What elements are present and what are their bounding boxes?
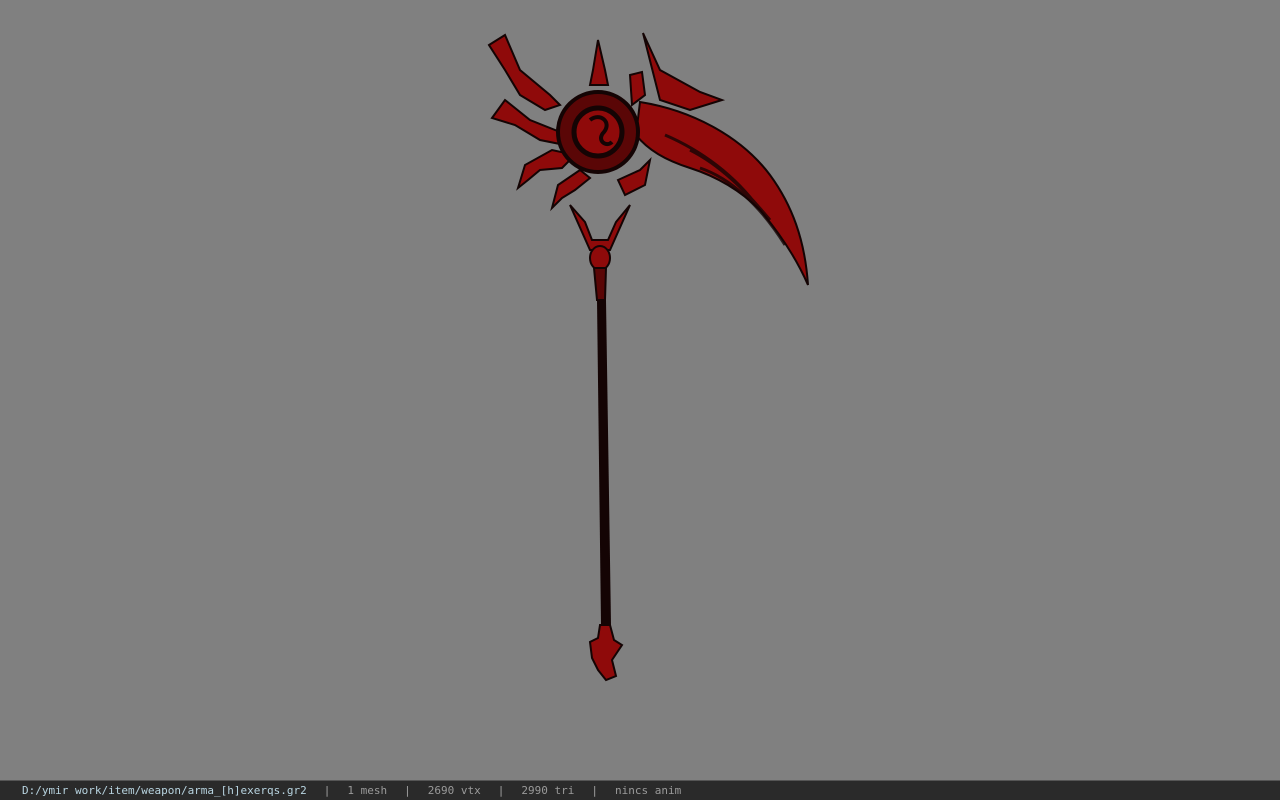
separator: | xyxy=(323,784,331,797)
collar xyxy=(569,204,631,251)
weapon-model xyxy=(487,32,809,682)
collar-knot xyxy=(589,245,611,271)
scythe-blade xyxy=(634,100,809,286)
file-path: D:/ymir work/item/weapon/arma_[h]exerqs.… xyxy=(22,784,307,797)
shaft-upper xyxy=(592,267,608,301)
shaft xyxy=(597,300,611,625)
mesh-count: 1 mesh xyxy=(347,784,388,797)
pommel xyxy=(588,624,624,682)
top-spike xyxy=(588,39,610,86)
right-horn xyxy=(628,70,647,107)
left-claw-2 xyxy=(550,168,592,212)
separator: | xyxy=(497,784,505,797)
left-horn-upper xyxy=(487,33,562,112)
vertex-count: 2690 vtx xyxy=(427,784,481,797)
separator: | xyxy=(404,784,411,797)
anim-status: nincs anim xyxy=(615,784,682,797)
3d-viewport[interactable] xyxy=(0,0,1280,780)
triangle-count: 2990 tri xyxy=(521,784,575,797)
blade-top-spike xyxy=(642,32,726,112)
separator: | xyxy=(591,784,598,797)
status-bar: D:/ymir work/item/weapon/arma_[h]exerqs.… xyxy=(0,780,1280,800)
